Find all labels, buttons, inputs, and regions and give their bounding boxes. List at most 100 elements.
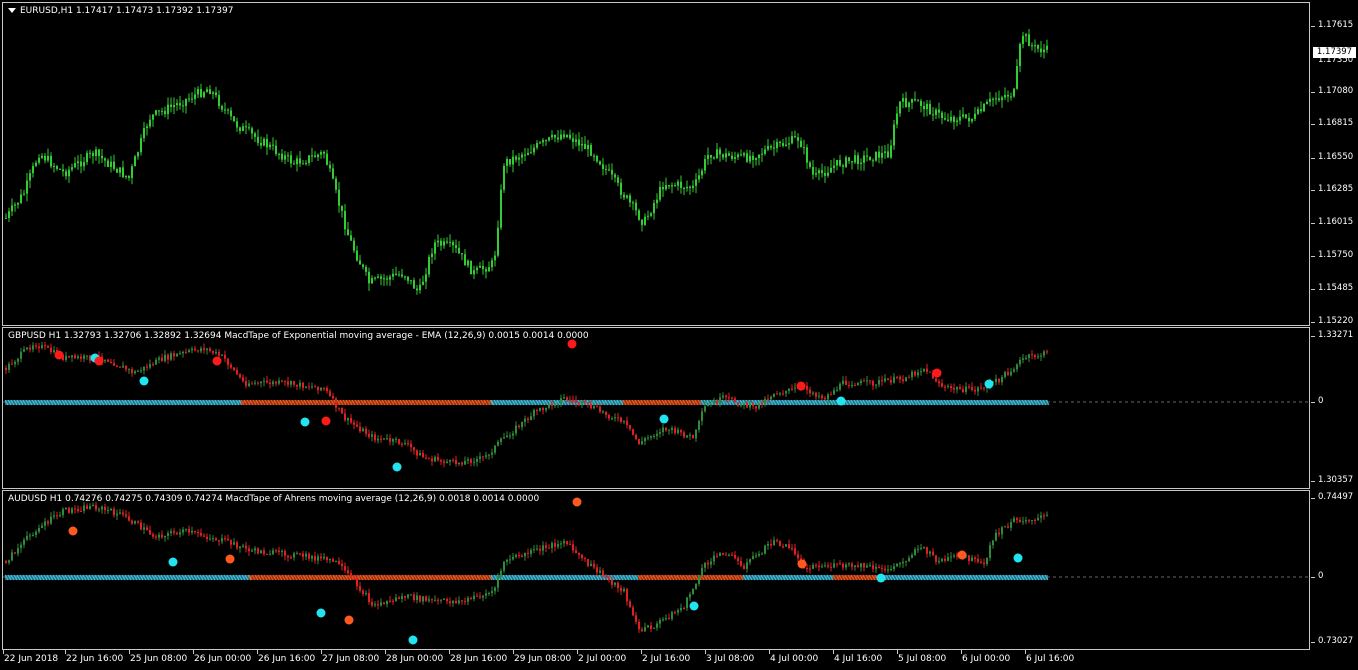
candle-body: [656, 199, 658, 204]
candle-body: [11, 205, 13, 212]
candle-body: [140, 370, 142, 372]
candle-body: [29, 535, 31, 537]
time-axis[interactable]: 22 Jun 2018 22 Jun 16:00 25 Jun 08:00 26…: [0, 650, 1358, 670]
candle-body: [512, 556, 514, 560]
main-chart-pane[interactable]: EURUSD,H1 1.17417 1.17473 1.17392 1.1739…: [2, 2, 1310, 326]
candle-body: [8, 363, 10, 370]
candle-body: [650, 436, 652, 438]
candle-body: [956, 120, 958, 123]
candle-body: [941, 383, 943, 387]
candle-body: [842, 563, 844, 568]
candle-body: [50, 347, 52, 353]
candle-body: [1010, 522, 1012, 528]
candle-body: [569, 134, 571, 139]
candle-body: [482, 265, 484, 270]
candle-body: [302, 382, 304, 388]
buy-signal-dot: [392, 462, 402, 472]
tape-negative: [637, 574, 744, 581]
dropdown-triangle-icon[interactable]: [8, 8, 16, 13]
candle-body: [977, 387, 979, 392]
candle-body: [548, 403, 550, 408]
candle-body: [392, 273, 394, 277]
candle-body: [734, 554, 736, 559]
candle-body: [599, 161, 601, 165]
candle-body: [536, 410, 538, 412]
candle-body: [788, 544, 790, 548]
candle-body: [995, 98, 997, 100]
sell-signal-dot: [212, 356, 222, 366]
candle-body: [890, 568, 892, 570]
candle-body: [827, 565, 829, 567]
candle-body: [368, 271, 370, 284]
gbpusd-indicator-pane[interactable]: GBPUSD H1 1.32793 1.32706 1.32892 1.3269…: [2, 327, 1310, 489]
candle-body: [869, 565, 871, 567]
candle-body: [14, 361, 16, 365]
audusd-indicator-pane[interactable]: AUDUSD H1 0.74276 0.74275 0.74309 0.7427…: [2, 490, 1310, 650]
candle-body: [794, 548, 796, 555]
candle-body: [344, 566, 346, 571]
candle-body: [791, 136, 793, 144]
candle-body: [785, 544, 787, 547]
candle-body: [668, 185, 670, 187]
sell-signal-dot: [957, 550, 967, 560]
candle-body: [848, 157, 850, 162]
candle-body: [629, 425, 631, 429]
candle-body: [38, 527, 40, 532]
candle-body: [998, 378, 1000, 383]
candle-body: [119, 512, 121, 514]
candle-body: [188, 528, 190, 533]
candle-body: [887, 569, 889, 571]
candle-body: [785, 144, 787, 146]
candle-body: [437, 457, 439, 461]
candle-body: [767, 146, 769, 150]
sell-signal-dot: [344, 615, 354, 625]
time-label: 22 Jun 2018: [4, 654, 59, 664]
candle-body: [47, 521, 49, 524]
candle-body: [110, 361, 112, 364]
candle-body: [677, 429, 679, 434]
candle-body: [146, 366, 148, 368]
candle-body: [1031, 354, 1033, 356]
candle-body: [377, 438, 379, 441]
candle-body: [176, 103, 178, 106]
candle-body: [920, 547, 922, 549]
candle-body: [740, 560, 742, 566]
candle-body: [998, 532, 1000, 535]
buy-signal-dot: [300, 417, 310, 427]
candle-body: [446, 241, 448, 243]
candle-body: [434, 242, 436, 254]
candle-body: [887, 151, 889, 158]
candle-body: [599, 406, 601, 412]
candle-body: [269, 144, 271, 148]
candle-body: [389, 600, 391, 602]
candle-body: [614, 174, 616, 178]
buy-signal-dot: [1013, 553, 1023, 563]
candle-body: [209, 538, 211, 540]
candle-body: [416, 288, 418, 291]
candle-body: [929, 103, 931, 115]
candle-body: [347, 570, 349, 574]
candle-body: [722, 395, 724, 398]
candle-body: [674, 612, 676, 614]
candle-body: [905, 561, 907, 563]
candle-body: [758, 154, 760, 159]
candle-body: [71, 508, 73, 513]
candle-body: [521, 421, 523, 428]
candle-body: [158, 534, 160, 538]
candle-body: [365, 428, 367, 434]
candle-body: [713, 401, 715, 405]
candle-body: [842, 165, 844, 167]
candle-body: [164, 535, 166, 538]
candle-body: [107, 160, 109, 167]
candle-body: [461, 600, 463, 602]
candle-body: [86, 355, 88, 357]
candle-body: [104, 158, 106, 161]
candle-body: [968, 117, 970, 122]
candle-body: [899, 376, 901, 380]
candle-body: [566, 397, 568, 400]
candle-body: [1043, 351, 1045, 356]
candle-body: [260, 381, 262, 384]
candle-body: [1037, 517, 1039, 521]
candle-body: [194, 348, 196, 351]
candle-body: [692, 588, 694, 595]
